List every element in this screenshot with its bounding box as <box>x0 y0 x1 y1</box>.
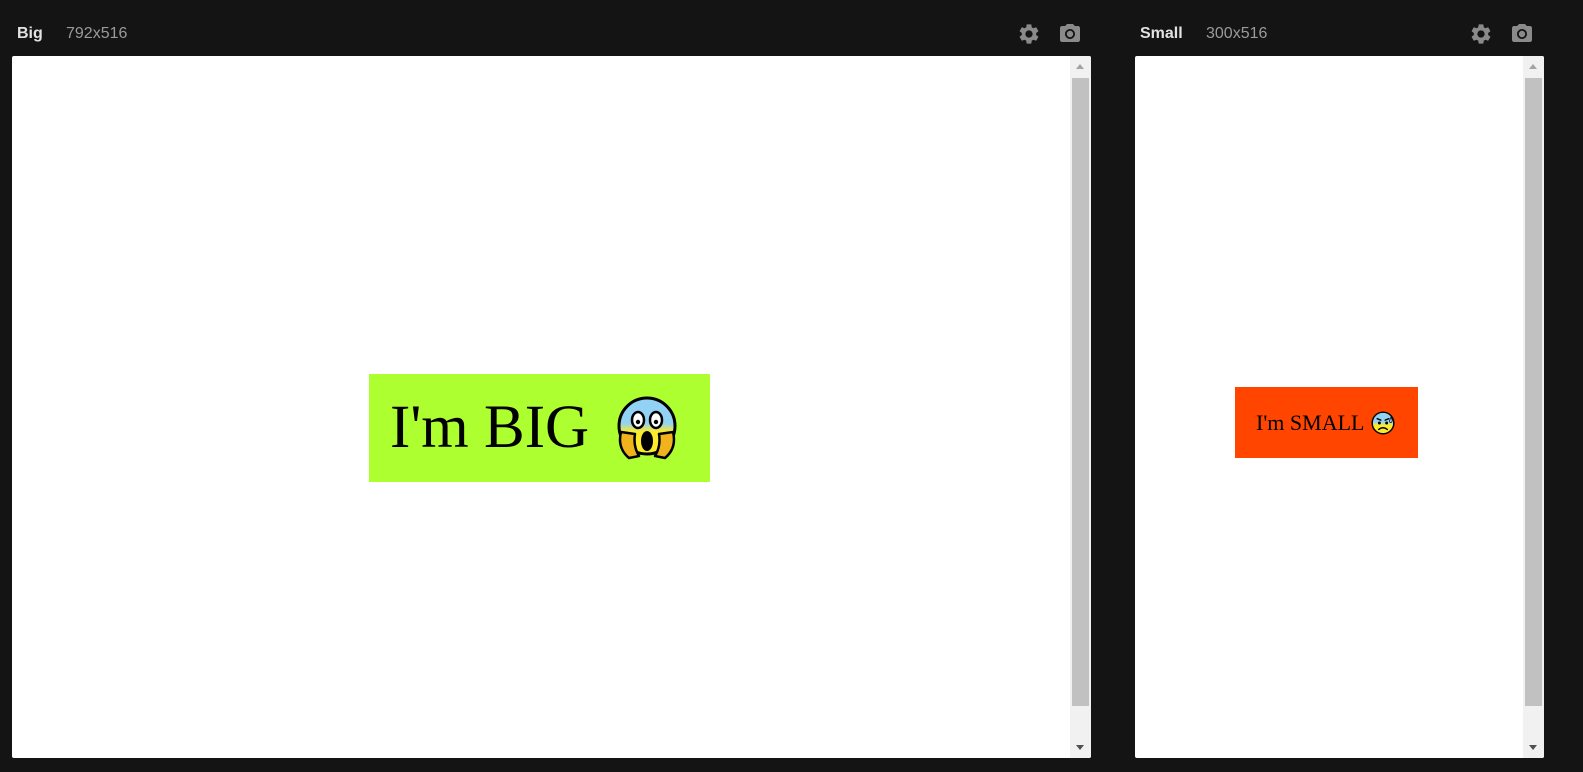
camera-icon <box>1060 24 1080 42</box>
panel-header: Big 792x516 <box>12 0 1091 56</box>
preview-viewport: I'm BIG <box>12 56 1091 758</box>
panel-size-label: 792x516 <box>66 25 128 42</box>
settings-button[interactable] <box>1469 22 1493 46</box>
panel-title: Big <box>17 25 43 42</box>
panel-small: Small 300x516 I'm SMALL <box>1135 0 1544 758</box>
settings-button[interactable] <box>1017 22 1041 46</box>
scroll-up-arrow-icon[interactable] <box>1523 56 1544 76</box>
content-text: I'm SMALL <box>1256 409 1365 435</box>
panel-big: Big 792x516 I'm BIG <box>12 0 1091 758</box>
scroll-down-arrow-icon[interactable] <box>1070 738 1091 758</box>
gear-icon <box>1471 24 1491 44</box>
scroll-thumb[interactable] <box>1525 78 1542 706</box>
scroll-down-arrow-icon[interactable] <box>1523 738 1544 758</box>
content-box: I'm SMALL <box>1235 387 1418 458</box>
scroll-thumb[interactable] <box>1072 78 1089 706</box>
vertical-scrollbar[interactable] <box>1523 56 1544 758</box>
screenshot-button[interactable] <box>1058 22 1082 46</box>
anxious-face-with-sweat-icon <box>1370 410 1396 436</box>
screenshot-button[interactable] <box>1510 22 1534 46</box>
panel-size-label: 300x516 <box>1206 25 1268 42</box>
scroll-up-arrow-icon[interactable] <box>1070 56 1091 76</box>
panel-header: Small 300x516 <box>1135 0 1544 56</box>
camera-icon <box>1512 24 1532 42</box>
preview-viewport: I'm SMALL <box>1135 56 1544 758</box>
content-box: I'm BIG <box>369 374 710 482</box>
gear-icon <box>1019 24 1039 44</box>
vertical-scrollbar[interactable] <box>1070 56 1091 758</box>
face-screaming-in-fear-icon <box>611 392 683 464</box>
content-text: I'm BIG <box>390 394 590 461</box>
panel-title: Small <box>1140 25 1183 42</box>
